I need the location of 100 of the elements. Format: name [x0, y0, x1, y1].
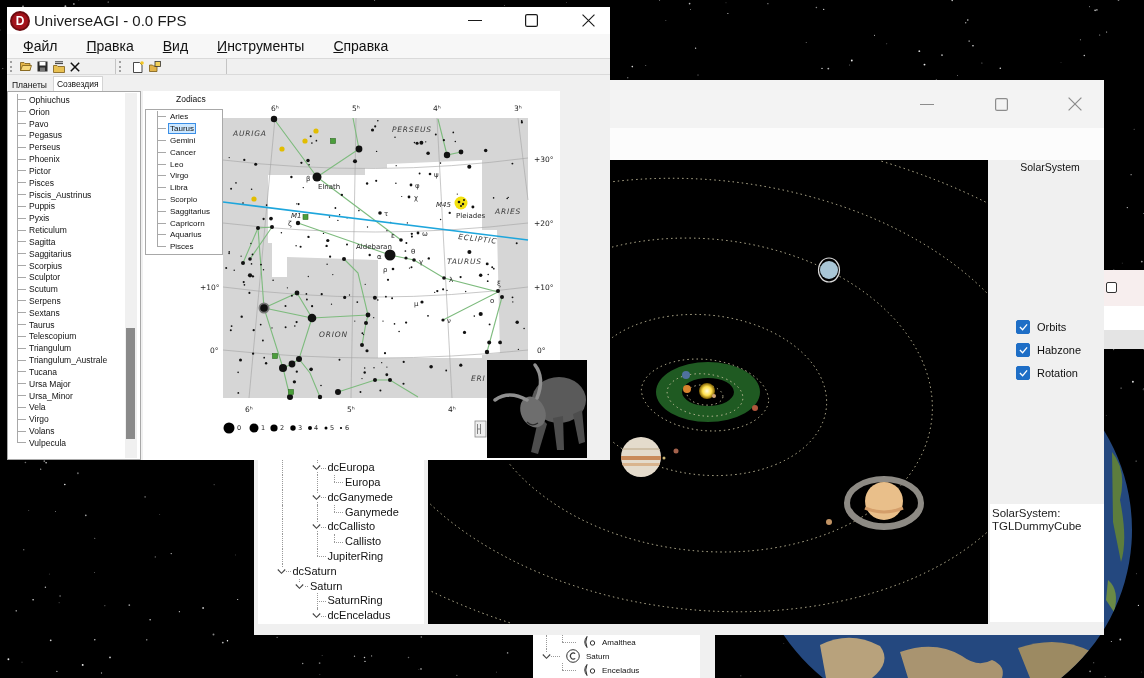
tree-item[interactable]: Europa [345, 475, 381, 489]
tree-item[interactable]: Pegasus [29, 130, 63, 141]
tree-item[interactable]: Saturn [586, 651, 610, 661]
tree-item[interactable]: Piscis_Austrinus [29, 189, 92, 200]
object-marker [313, 128, 319, 134]
nebula-marker [288, 389, 294, 395]
tree-item[interactable]: Enceladus [602, 665, 640, 675]
tree-item[interactable]: Sextans [29, 307, 60, 318]
object-marker [279, 146, 285, 152]
list-item[interactable]: Cancer [168, 146, 198, 158]
tree-item[interactable]: Ursa_Minor [29, 390, 73, 401]
tree-item[interactable]: Puppis [29, 201, 55, 212]
chevron-down-icon[interactable] [541, 651, 551, 661]
list-item[interactable]: Aquarius [168, 229, 204, 241]
list-item[interactable]: Pisces [168, 241, 196, 253]
chevron-down-icon[interactable] [312, 611, 322, 621]
tree-item[interactable]: Ursa Major [29, 378, 71, 389]
list-item[interactable]: Capricorn [168, 217, 207, 229]
tree-item[interactable]: Vela [29, 402, 46, 413]
checkbox-label[interactable]: Rotation [1037, 367, 1078, 379]
planet [752, 405, 758, 411]
scrollbar[interactable] [125, 93, 137, 458]
tool-button[interactable] [149, 60, 161, 73]
list-item[interactable]: Saggitarius [168, 205, 213, 217]
magnitude-dot-icon [270, 424, 278, 432]
tree-item[interactable]: dcSaturn [292, 564, 337, 578]
tree-item[interactable]: Saturn [310, 579, 343, 593]
object-marker [251, 196, 257, 202]
chevron-down-icon[interactable] [277, 566, 287, 576]
check-icon [1018, 346, 1028, 354]
checkbox-label[interactable]: Orbits [1037, 321, 1067, 333]
tree-item[interactable]: dcGanymede [327, 490, 393, 504]
tree-item[interactable]: Callisto [345, 535, 382, 549]
tree-item[interactable]: Virgo [29, 414, 49, 425]
moon [662, 456, 666, 460]
checkbox[interactable] [1016, 343, 1030, 357]
checkbox[interactable] [1106, 282, 1117, 293]
tree-item[interactable]: Vulpecula [29, 437, 67, 448]
tree-item[interactable]: Serpens [29, 296, 61, 306]
moon [826, 519, 832, 525]
tree-item[interactable]: Ophiuchus [29, 94, 70, 105]
magnitude-dot-icon [223, 422, 235, 434]
tree-item[interactable]: Ganymede [345, 505, 399, 519]
tree-item[interactable]: Pavo [29, 118, 49, 129]
folder-button[interactable] [52, 60, 65, 73]
list-item[interactable]: Leo [168, 158, 186, 170]
tree-item[interactable]: Triangulum [29, 343, 72, 354]
new-button[interactable] [132, 60, 145, 73]
save-button[interactable] [36, 60, 48, 73]
tree-item[interactable]: JupiterRing [327, 549, 384, 563]
tree-item[interactable]: dcEnceladus [327, 609, 391, 623]
open-button[interactable] [19, 60, 32, 73]
tree-item[interactable]: Sculptor [29, 272, 61, 283]
scrollbar-thumb[interactable] [126, 328, 135, 439]
planet [712, 394, 716, 398]
tree-item[interactable]: Orion [29, 106, 50, 117]
tab[interactable]: Созвездия [52, 76, 103, 91]
star-cluster [454, 196, 468, 210]
maximize-icon [994, 97, 1008, 111]
tree-item[interactable]: Scutum [29, 284, 58, 295]
checkbox[interactable] [1016, 320, 1030, 334]
list-item[interactable]: Scorpio [168, 193, 200, 205]
nebula-marker [330, 138, 336, 144]
tree-item[interactable]: dcCallisto [327, 520, 376, 534]
list-item[interactable]: Taurus [168, 123, 196, 135]
checkbox[interactable] [1016, 366, 1030, 380]
tree-item[interactable]: Pictor [29, 165, 51, 176]
menu-item[interactable]: Правка [86, 38, 134, 54]
maximize-icon [525, 14, 538, 27]
tree-item[interactable]: Sagitta [29, 236, 56, 247]
list-item[interactable]: Gemini [168, 135, 198, 146]
new-file-icon [133, 60, 144, 73]
tab[interactable]: Планеты [8, 78, 51, 91]
tree-item[interactable]: Pyxis [29, 213, 50, 224]
menu-item[interactable]: Вид [162, 38, 189, 54]
chevron-down-icon[interactable] [312, 492, 322, 502]
tree-item[interactable]: Triangulum_Australe [29, 355, 108, 366]
list-item[interactable]: Virgo [168, 170, 191, 182]
menu-item[interactable]: Инструменты [217, 38, 305, 54]
folder-box-icon [149, 61, 161, 72]
tree-item[interactable]: Phoenix [29, 154, 60, 165]
tree-item[interactable]: Reticulum [29, 225, 67, 235]
list-item[interactable]: Libra [168, 182, 190, 194]
checkbox-label[interactable]: Habzone [1037, 344, 1082, 356]
tree-item[interactable]: Scorpius [29, 260, 63, 271]
tree-item[interactable]: Saggitarius [29, 248, 72, 259]
delete-button[interactable] [69, 60, 81, 73]
tree-item[interactable]: Amalthea [602, 637, 636, 647]
list-item[interactable]: Aries [168, 111, 191, 123]
tree-item[interactable]: Taurus [29, 319, 55, 330]
tree-item[interactable]: Telescopium [29, 331, 77, 342]
chevron-down-icon[interactable] [294, 581, 304, 591]
tree-item[interactable]: Pisces [29, 177, 55, 188]
tree-item[interactable]: dcEuropa [327, 461, 375, 475]
tree-item[interactable]: Volans [29, 426, 55, 437]
menu-item[interactable]: Справка [333, 38, 389, 54]
menu-item[interactable]: Файл [23, 38, 58, 54]
tree-item[interactable]: SaturnRing [327, 594, 383, 608]
tree-item[interactable]: Tucana [29, 366, 58, 377]
tree-item[interactable]: Perseus [29, 142, 61, 153]
